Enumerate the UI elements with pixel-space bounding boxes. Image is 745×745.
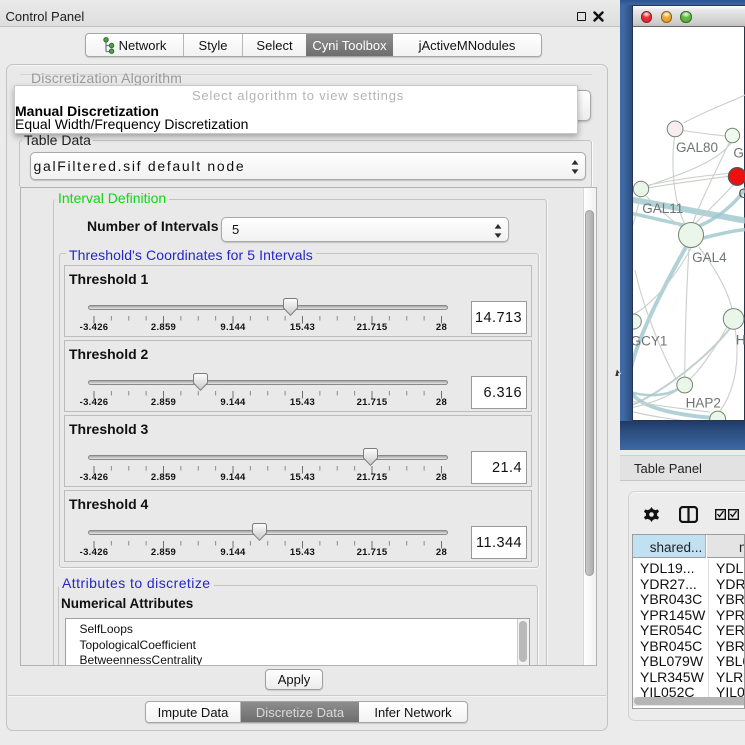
svg-text:G.: G. [733, 146, 745, 161]
svg-text:GAL4: GAL4 [692, 250, 727, 265]
svg-text:H: H [736, 333, 745, 348]
svg-text:GAL11: GAL11 [642, 201, 683, 216]
svg-text:HAP2: HAP2 [686, 396, 721, 411]
svg-text:C: C [738, 185, 745, 201]
svg-text:GCY1: GCY1 [633, 334, 667, 349]
svg-text:GAL80: GAL80 [676, 140, 718, 155]
